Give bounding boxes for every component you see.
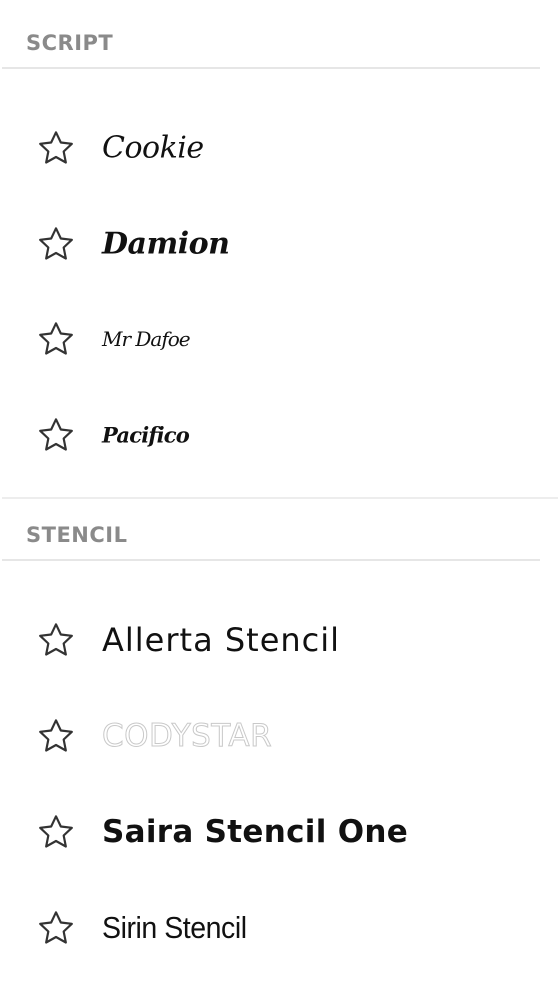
star-outline-icon[interactable] <box>36 716 76 756</box>
font-name: Allerta Stencil <box>102 621 341 659</box>
font-name: Sirin Stencil <box>102 910 247 945</box>
font-item-sirin-stencil[interactable]: Sirin Stencil <box>0 892 540 964</box>
font-item-codystar[interactable]: CODYSTAR <box>0 700 540 772</box>
font-name: Damion <box>102 226 230 262</box>
section-header-script: SCRIPT <box>26 31 114 55</box>
section-divider <box>2 559 540 561</box>
font-name: CODYSTAR <box>101 718 273 755</box>
font-name: Cookie <box>102 130 204 166</box>
font-name: Pacifico <box>102 422 190 448</box>
font-name: Mr Dafoe <box>102 327 191 351</box>
font-item-damion[interactable]: Damion <box>0 208 540 280</box>
star-outline-icon[interactable] <box>36 812 76 852</box>
font-item-allerta-stencil[interactable]: Allerta Stencil <box>0 604 540 676</box>
star-outline-icon[interactable] <box>36 908 76 948</box>
font-item-saira-stencil-one[interactable]: Saira Stencil One <box>0 796 540 868</box>
font-item-pacifico[interactable]: Pacifico <box>0 399 540 471</box>
section-header-stencil: STENCIL <box>26 523 128 547</box>
font-item-mr-dafoe[interactable]: Mr Dafoe <box>0 303 540 375</box>
star-outline-icon[interactable] <box>36 319 76 359</box>
star-outline-icon[interactable] <box>36 128 76 168</box>
section-separator <box>2 497 558 499</box>
font-item-cookie[interactable]: Cookie <box>0 112 540 184</box>
font-name: Saira Stencil One <box>102 814 409 850</box>
star-outline-icon[interactable] <box>36 620 76 660</box>
star-outline-icon[interactable] <box>36 224 76 264</box>
section-divider <box>2 67 540 69</box>
star-outline-icon[interactable] <box>36 415 76 455</box>
